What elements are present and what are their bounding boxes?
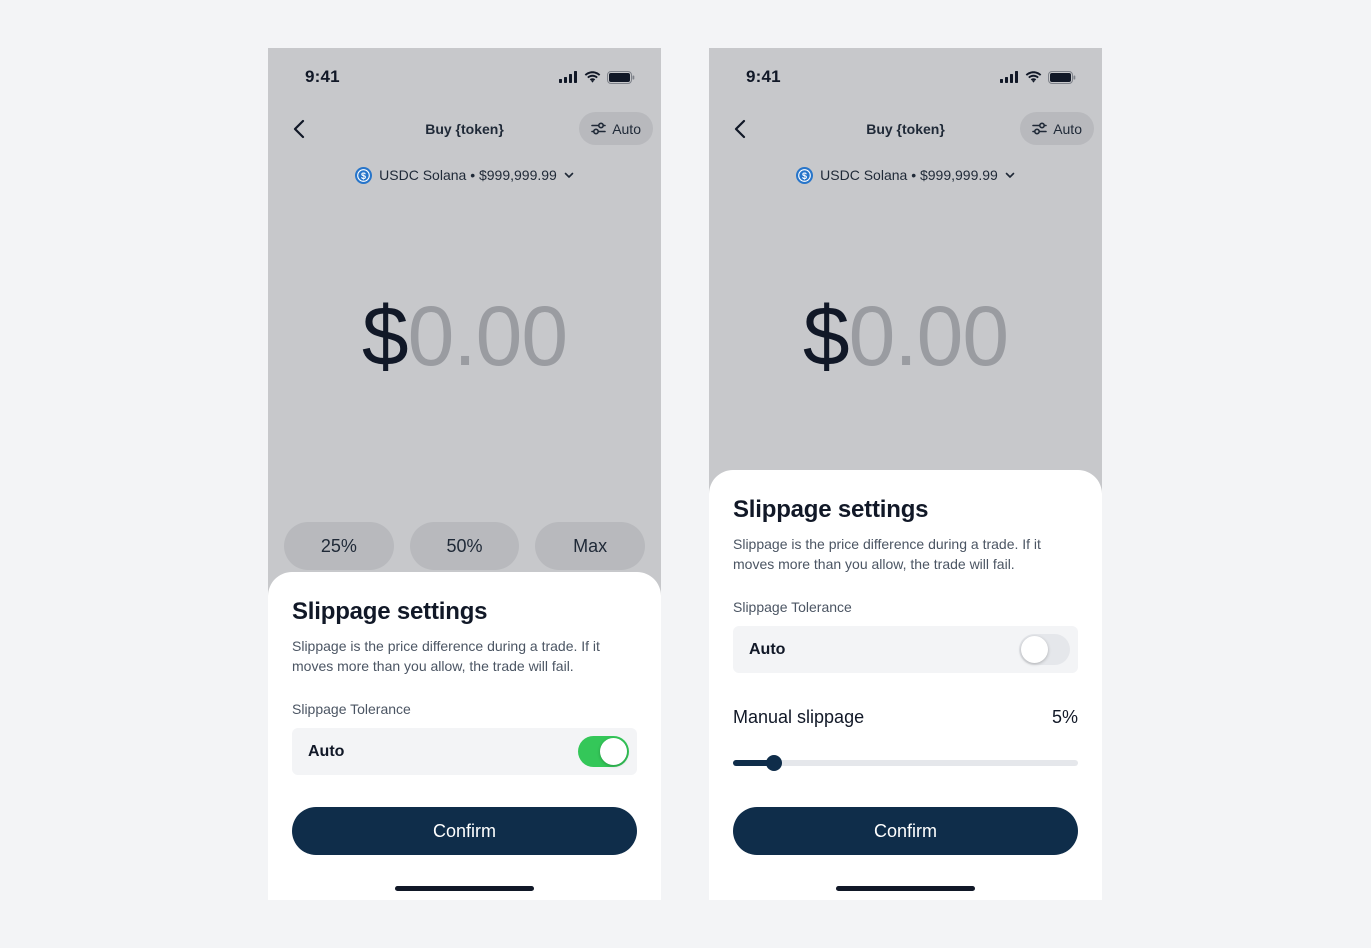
sliders-icon [1032,122,1047,135]
slippage-tolerance-label: Slippage Tolerance [733,599,852,615]
back-button[interactable] [286,116,312,142]
amount-currency: $ [361,289,409,383]
nav-bar: Buy {token} Auto [268,112,661,146]
token-selector[interactable]: $ USDC Solana • $999,999.99 [268,164,661,186]
sliders-icon [591,122,606,135]
manual-slippage-slider[interactable] [733,755,1078,771]
status-icons [559,70,635,84]
token-selector-label: USDC Solana • $999,999.99 [379,167,557,183]
token-selector-label: USDC Solana • $999,999.99 [820,167,998,183]
auto-pill-label: Auto [612,120,641,137]
status-bar: 9:41 [709,48,1102,106]
cellular-signal-icon [559,71,577,83]
percent-buttons: 25% 50% Max [284,522,646,570]
page-title: Buy {token} [425,121,504,137]
status-time: 9:41 [305,67,340,86]
manual-slippage-value: 5% [1051,707,1078,727]
amount-display: $0.00 [709,286,1102,386]
sheet-description: Slippage is the price difference during … [292,638,600,674]
slippage-tolerance-label: Slippage Tolerance [292,701,411,717]
auto-slippage-row: Auto [292,728,637,775]
percent-50-button[interactable]: 50% [409,522,520,570]
usdc-icon: $ [796,166,814,184]
auto-slippage-toggle[interactable] [578,736,629,767]
page-title: Buy {token} [866,121,945,137]
confirm-button[interactable]: Confirm [733,807,1078,855]
chevron-down-icon [564,172,574,178]
wifi-icon [1025,71,1042,83]
auto-slippage-label: Auto [749,640,786,658]
home-indicator [836,886,975,891]
toggle-knob [1021,636,1048,663]
percent-max-button[interactable]: Max [535,522,646,570]
battery-icon [607,70,635,84]
slider-thumb[interactable] [766,755,782,771]
toggle-knob [600,738,627,765]
slippage-auto-button[interactable]: Auto [579,112,653,145]
manual-slippage-label: Manual slippage [733,707,865,727]
confirm-button[interactable]: Confirm [292,807,637,855]
wifi-icon [584,71,601,83]
sheet-title: Slippage settings [292,598,488,625]
token-selector[interactable]: $ USDC Solana • $999,999.99 [709,164,1102,186]
auto-slippage-label: Auto [308,742,345,760]
svg-text:$: $ [361,170,366,180]
auto-pill-label: Auto [1053,120,1082,137]
cellular-signal-icon [1000,71,1018,83]
status-icons [1000,70,1076,84]
amount-currency: $ [802,289,850,383]
sheet-description: Slippage is the price difference during … [733,536,1041,572]
auto-slippage-row: Auto [733,626,1078,673]
slider-track [733,760,1078,766]
home-indicator [395,886,534,891]
chevron-down-icon [1005,172,1015,178]
status-bar: 9:41 [268,48,661,106]
chevron-left-icon [293,119,305,139]
manual-slippage-row: Manual slippage 5% [733,707,1078,728]
percent-25-button[interactable]: 25% [284,522,394,570]
battery-icon [1048,70,1076,84]
sheet-title: Slippage settings [733,496,929,523]
back-button[interactable] [727,116,753,142]
nav-bar: Buy {token} Auto [709,112,1102,146]
status-time: 9:41 [746,67,781,86]
phone-screen-manual: 9:41 Buy {token} Auto $ USDC Solana • $9… [709,48,1102,900]
slippage-auto-button[interactable]: Auto [1020,112,1094,145]
svg-text:$: $ [802,170,807,180]
slippage-settings-sheet: Slippage settings Slippage is the price … [268,572,661,900]
phone-screen-auto: 9:41 Buy {token} Auto $ USDC Solana • $9… [268,48,661,900]
slippage-settings-sheet: Slippage settings Slippage is the price … [709,470,1102,900]
usdc-icon: $ [355,166,373,184]
amount-display: $0.00 [268,286,661,386]
chevron-left-icon [734,119,746,139]
auto-slippage-toggle[interactable] [1019,634,1070,665]
amount-value: 0.00 [848,289,1009,383]
amount-value: 0.00 [407,289,568,383]
